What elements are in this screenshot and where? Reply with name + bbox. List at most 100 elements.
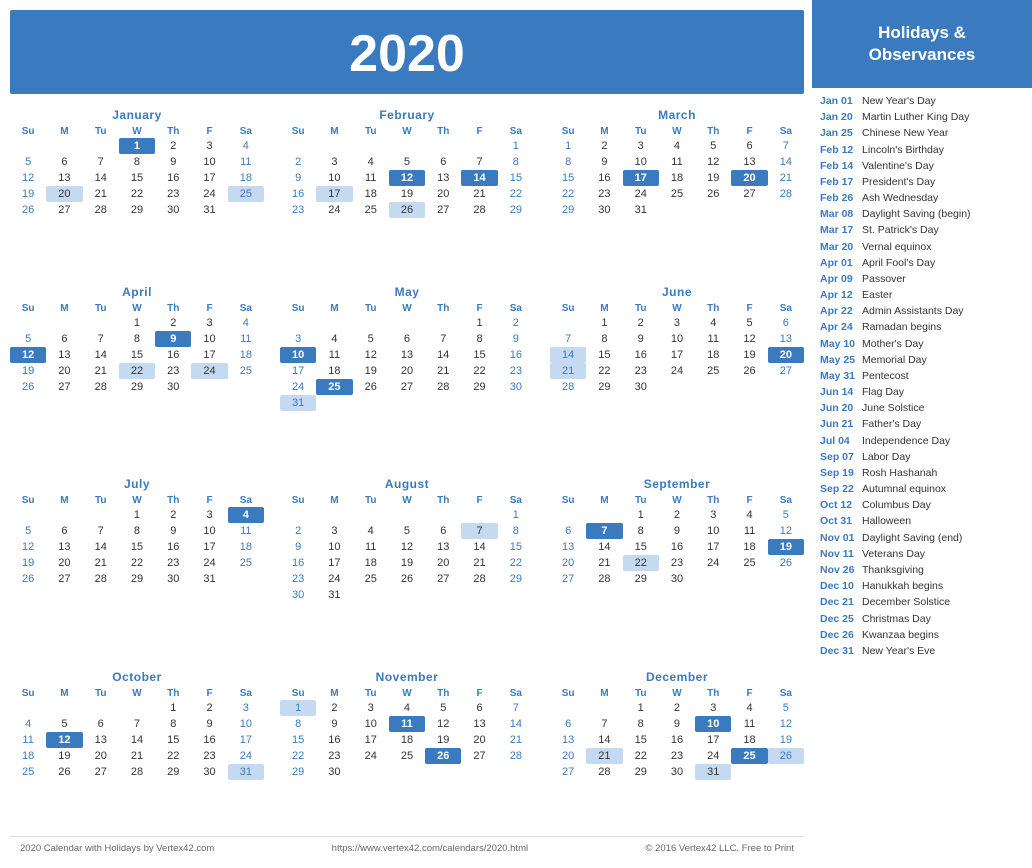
day-cell: 15 bbox=[119, 170, 155, 186]
day-cell: 24 bbox=[316, 571, 352, 587]
holiday-name: Veterans Day bbox=[862, 547, 1026, 561]
day-header-m: M bbox=[46, 687, 82, 700]
day-cell: 7 bbox=[83, 331, 119, 347]
day-header-tu: Tu bbox=[623, 494, 659, 507]
day-cell: 26 bbox=[389, 571, 425, 587]
day-cell: 23 bbox=[155, 186, 191, 202]
day-cell bbox=[586, 507, 622, 523]
month-block-march: MarchSuMTuWThFSa123456789101112131415161… bbox=[550, 108, 804, 275]
day-cell: 7 bbox=[498, 700, 534, 716]
day-cell: 10 bbox=[316, 539, 352, 555]
day-cell: 1 bbox=[280, 700, 316, 716]
holiday-name: Rosh Hashanah bbox=[862, 466, 1026, 480]
day-cell: 15 bbox=[498, 170, 534, 186]
holiday-row: Jan 20Martin Luther King Day bbox=[820, 110, 1026, 124]
day-header-sa: Sa bbox=[498, 125, 534, 138]
day-cell: 17 bbox=[280, 363, 316, 379]
day-header-sa: Sa bbox=[768, 494, 804, 507]
day-cell: 23 bbox=[155, 555, 191, 571]
holiday-row: Nov 26Thanksgiving bbox=[820, 563, 1026, 577]
day-header-th: Th bbox=[695, 302, 731, 315]
holiday-name: Labor Day bbox=[862, 450, 1026, 464]
day-cell: 14 bbox=[586, 539, 622, 555]
day-cell bbox=[550, 507, 586, 523]
day-cell: 29 bbox=[586, 379, 622, 395]
day-cell: 19 bbox=[10, 555, 46, 571]
day-cell: 2 bbox=[586, 138, 622, 154]
holiday-row: Feb 26Ash Wednesday bbox=[820, 191, 1026, 205]
day-header-tu: Tu bbox=[83, 302, 119, 315]
day-cell bbox=[768, 379, 804, 395]
day-cell: 12 bbox=[10, 170, 46, 186]
day-cell bbox=[280, 315, 316, 331]
month-table-november: SuMTuWThFSa12345678910111213141516171819… bbox=[280, 687, 534, 780]
day-cell: 4 bbox=[228, 315, 264, 331]
holiday-row: Mar 08Daylight Saving (begin) bbox=[820, 207, 1026, 221]
footer-right: © 2016 Vertex42 LLC. Free to Print bbox=[645, 843, 794, 854]
day-header-m: M bbox=[316, 302, 352, 315]
day-cell: 16 bbox=[623, 347, 659, 363]
day-cell: 28 bbox=[83, 379, 119, 395]
day-cell bbox=[353, 315, 389, 331]
day-cell: 16 bbox=[155, 170, 191, 186]
day-cell: 10 bbox=[280, 347, 316, 363]
day-header-th: Th bbox=[425, 494, 461, 507]
day-cell: 19 bbox=[46, 748, 82, 764]
day-cell: 15 bbox=[623, 539, 659, 555]
day-cell: 27 bbox=[425, 202, 461, 218]
holidays-title: Holidays &Observances bbox=[869, 22, 976, 66]
day-header-th: Th bbox=[695, 125, 731, 138]
day-cell: 3 bbox=[659, 315, 695, 331]
day-header-m: M bbox=[316, 494, 352, 507]
day-cell: 22 bbox=[119, 555, 155, 571]
day-cell: 7 bbox=[586, 716, 622, 732]
day-header-th: Th bbox=[155, 687, 191, 700]
day-cell: 20 bbox=[425, 555, 461, 571]
day-cell: 1 bbox=[498, 138, 534, 154]
day-cell: 8 bbox=[586, 331, 622, 347]
day-cell: 29 bbox=[119, 379, 155, 395]
holiday-row: Mar 20Vernal equinox bbox=[820, 240, 1026, 254]
day-cell bbox=[280, 138, 316, 154]
calendar-section: 2020 JanuarySuMTuWThFSa12345678910111213… bbox=[0, 0, 812, 868]
day-cell: 26 bbox=[731, 363, 767, 379]
day-cell: 16 bbox=[191, 732, 227, 748]
day-cell: 9 bbox=[623, 331, 659, 347]
month-block-november: NovemberSuMTuWThFSa123456789101112131415… bbox=[280, 670, 534, 837]
day-cell bbox=[695, 379, 731, 395]
holiday-name: Memorial Day bbox=[862, 353, 1026, 367]
day-cell bbox=[10, 138, 46, 154]
day-header-w: W bbox=[389, 687, 425, 700]
day-header-f: F bbox=[731, 125, 767, 138]
day-cell bbox=[425, 315, 461, 331]
day-cell: 3 bbox=[623, 138, 659, 154]
day-cell: 3 bbox=[191, 138, 227, 154]
day-cell: 16 bbox=[316, 732, 352, 748]
day-cell: 3 bbox=[191, 315, 227, 331]
holiday-name: Halloween bbox=[862, 514, 1026, 528]
month-table-may: SuMTuWThFSa12345678910111213141516171819… bbox=[280, 302, 534, 411]
day-cell: 18 bbox=[228, 347, 264, 363]
day-cell: 2 bbox=[155, 507, 191, 523]
day-cell: 24 bbox=[695, 555, 731, 571]
day-cell: 17 bbox=[623, 170, 659, 186]
day-cell: 5 bbox=[425, 700, 461, 716]
day-cell: 11 bbox=[228, 154, 264, 170]
day-cell: 18 bbox=[228, 170, 264, 186]
day-cell: 22 bbox=[550, 186, 586, 202]
holiday-date: May 10 bbox=[820, 337, 862, 351]
footer-center: https://www.vertex42.com/calendars/2020.… bbox=[332, 843, 528, 854]
day-cell: 15 bbox=[155, 732, 191, 748]
day-cell bbox=[46, 507, 82, 523]
day-cell: 30 bbox=[659, 764, 695, 780]
day-cell: 18 bbox=[353, 555, 389, 571]
day-cell: 28 bbox=[425, 379, 461, 395]
month-title-july: July bbox=[10, 477, 264, 491]
day-header-sa: Sa bbox=[768, 302, 804, 315]
day-cell: 16 bbox=[659, 732, 695, 748]
holiday-row: Apr 22Admin Assistants Day bbox=[820, 304, 1026, 318]
day-cell bbox=[10, 700, 46, 716]
day-cell: 9 bbox=[280, 170, 316, 186]
day-cell bbox=[768, 571, 804, 587]
day-cell: 24 bbox=[659, 363, 695, 379]
